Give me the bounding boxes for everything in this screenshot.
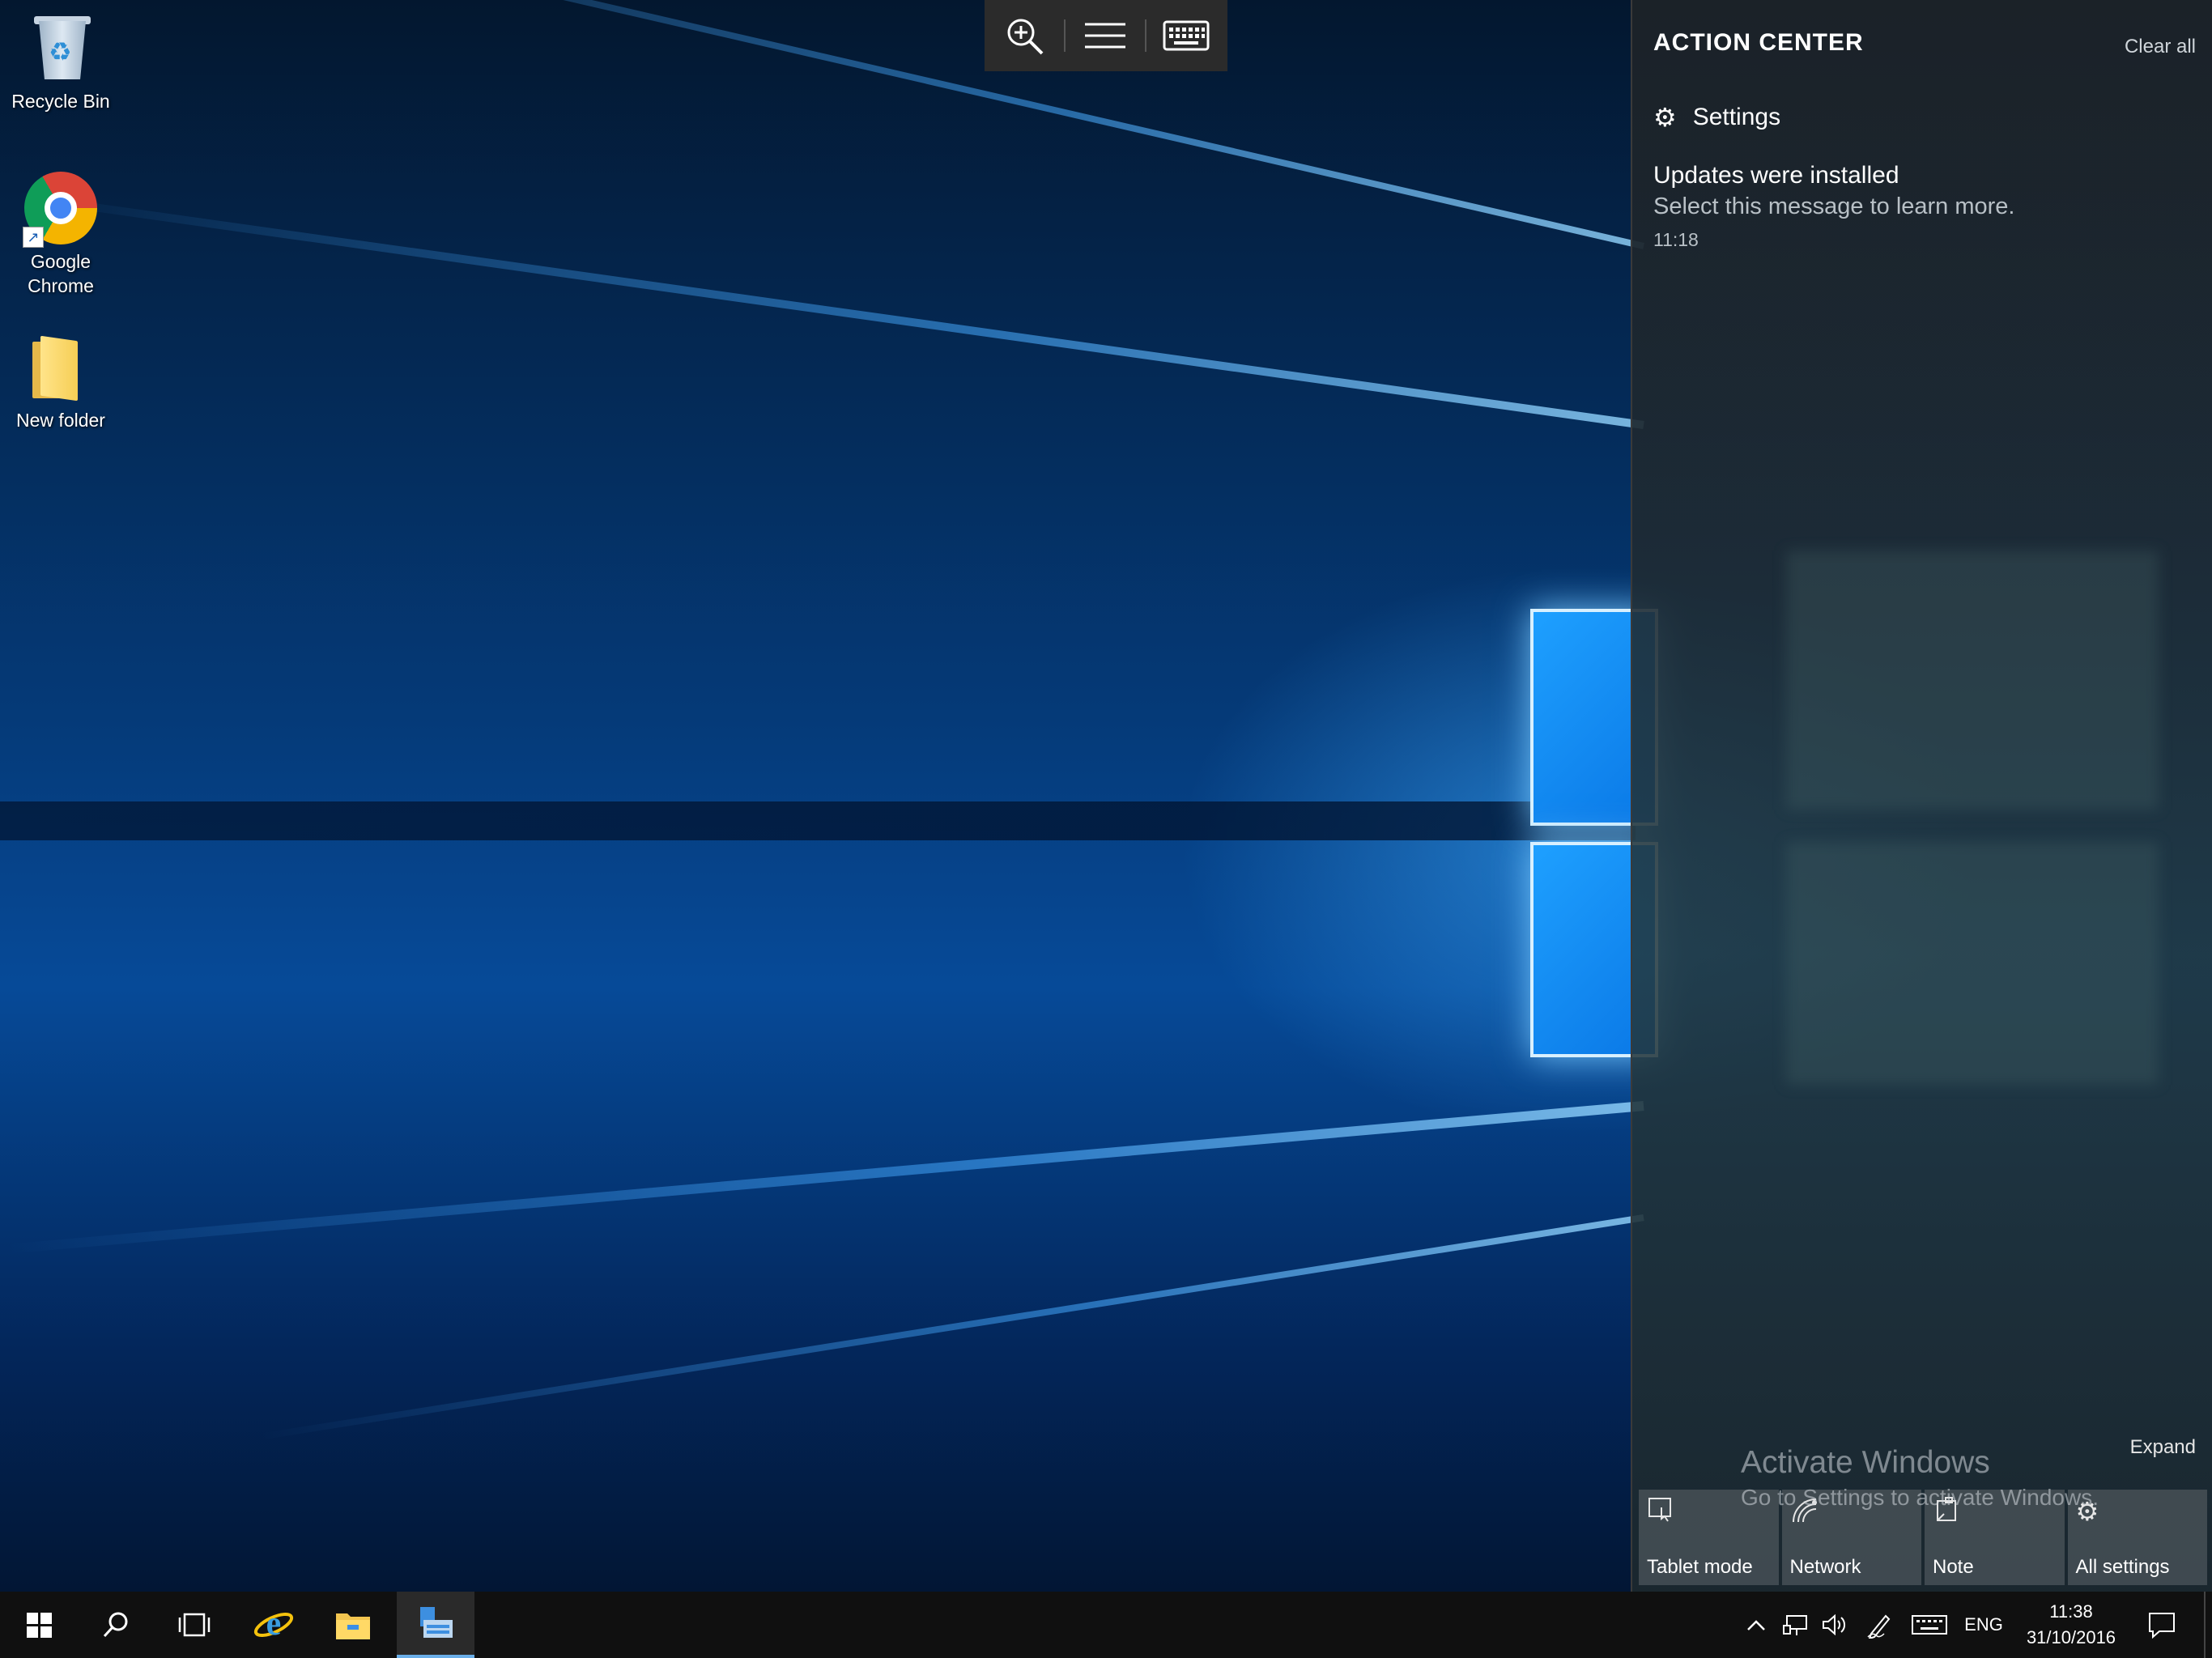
notification-group-label: Settings	[1692, 104, 1781, 130]
speaker-icon	[1823, 1613, 1846, 1636]
keyboard-icon	[1163, 20, 1210, 51]
quick-action-label: Tablet mode	[1647, 1556, 1753, 1578]
note-icon	[1933, 1496, 1962, 1532]
desktop-icon-google-chrome[interactable]: ↗ Google Chrome	[0, 172, 121, 298]
zoom-in-icon	[1007, 19, 1044, 55]
taskbar-server-manager[interactable]	[397, 1592, 474, 1658]
file-explorer-icon	[336, 1613, 370, 1639]
touch-keyboard-tray-button[interactable]	[1908, 1592, 1951, 1658]
start-button[interactable]	[0, 1592, 78, 1658]
action-center-panel: ACTION CENTER Clear all ⚙ Settings Updat…	[1631, 0, 2212, 1592]
settings-gear-icon: ⚙	[2075, 1497, 2099, 1526]
menu-icon	[1085, 23, 1125, 49]
quick-action-all-settings[interactable]: ⚙ All settings	[2067, 1490, 2207, 1585]
quick-action-network[interactable]: Network	[1781, 1490, 1921, 1585]
clear-all-link[interactable]: Clear all	[2125, 36, 2196, 58]
task-view-button[interactable]	[155, 1592, 233, 1658]
clock-date: 31/10/2016	[2026, 1627, 2116, 1647]
taskbar-clock[interactable]: 11:38 31/10/2016	[2014, 1592, 2128, 1658]
tablet-mode-icon	[1647, 1496, 1676, 1532]
quick-action-note[interactable]: Note	[1925, 1490, 2065, 1585]
notification-icon	[2149, 1613, 2175, 1639]
input-language-indicator[interactable]: ENG	[1959, 1592, 2008, 1658]
action-center-button[interactable]	[2138, 1592, 2186, 1658]
keyboard-button[interactable]	[1146, 0, 1226, 71]
recycle-bin-icon: ♻	[24, 11, 97, 84]
pen-tray-button[interactable]	[1862, 1592, 1898, 1658]
quick-action-label: Network	[1789, 1556, 1861, 1578]
zoom-button[interactable]	[985, 0, 1064, 71]
volume-tray-button[interactable]	[1817, 1592, 1853, 1658]
desktop-icon-label: Google Chrome	[28, 251, 94, 296]
taskbar-internet-explorer[interactable]: e	[235, 1592, 313, 1658]
svg-text:e: e	[266, 1605, 282, 1643]
internet-explorer-icon: e	[253, 1605, 294, 1643]
quick-actions: Tablet mode Network Note ⚙ All settings	[1639, 1490, 2207, 1585]
network-icon	[1790, 1496, 1819, 1532]
wallpaper-beam	[6, 1101, 1644, 1254]
network-tray-button[interactable]	[1778, 1592, 1814, 1658]
shortcut-arrow-icon: ↗	[23, 227, 44, 248]
wallpaper-beam	[199, 0, 1644, 249]
server-manager-icon	[420, 1607, 453, 1638]
wallpaper-beam	[15, 192, 1644, 429]
notification-group-settings[interactable]: ⚙ Settings	[1653, 102, 1780, 133]
clock-time: 11:38	[2049, 1601, 2093, 1622]
keyboard-icon	[1912, 1615, 1947, 1635]
quick-action-label: All settings	[2075, 1556, 2170, 1578]
blurred-backdrop	[1786, 551, 2159, 810]
taskbar-file-explorer[interactable]	[314, 1592, 392, 1658]
chevron-up-icon	[1747, 1620, 1765, 1630]
show-hidden-icons-button[interactable]	[1741, 1592, 1772, 1658]
remote-toolbar	[985, 0, 1227, 71]
chrome-icon: ↗	[23, 172, 97, 248]
taskbar: e ENG 11:38 31/10/2016	[0, 1592, 2212, 1658]
ethernet-icon	[1783, 1615, 1807, 1635]
gear-icon: ⚙	[1653, 103, 1677, 132]
quick-action-tablet-mode[interactable]: Tablet mode	[1639, 1490, 1779, 1585]
show-desktop-button[interactable]	[2204, 1592, 2212, 1658]
quick-action-label: Note	[1933, 1556, 1974, 1578]
blurred-backdrop	[1786, 842, 2159, 1085]
menu-button[interactable]	[1066, 0, 1145, 71]
expand-quick-actions-link[interactable]: Expand	[2130, 1436, 2196, 1459]
wallpaper-divider	[0, 801, 1636, 840]
desktop-icon-label: Recycle Bin	[11, 91, 110, 112]
wallpaper-beam	[259, 1214, 1644, 1440]
notification-body: Select this message to learn more.	[1653, 193, 2015, 219]
desktop-icon-label: New folder	[16, 410, 105, 431]
windows-logo-icon	[26, 1612, 52, 1638]
notification-time: 11:18	[1653, 229, 1699, 250]
search-button[interactable]	[78, 1592, 155, 1658]
pen-icon	[1867, 1614, 1891, 1639]
notification-title: Updates were installed	[1653, 162, 1899, 189]
action-center-title: ACTION CENTER	[1653, 29, 1864, 56]
notification-updates-installed[interactable]: Updates were installed Select this messa…	[1653, 160, 2188, 257]
desktop-icon-recycle-bin[interactable]: ♻ Recycle Bin	[0, 11, 121, 113]
desktop-icon-new-folder[interactable]: New folder	[0, 330, 121, 432]
folder-icon	[24, 330, 97, 403]
task-view-icon	[178, 1613, 211, 1637]
search-icon	[103, 1612, 128, 1638]
